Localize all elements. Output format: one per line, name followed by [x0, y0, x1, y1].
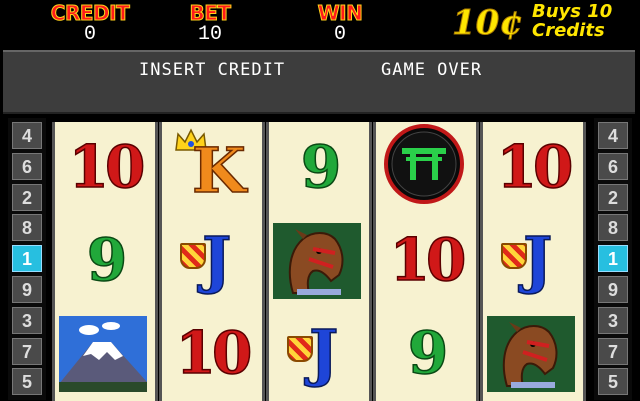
payline-1-indicator: 1: [598, 245, 628, 273]
credit-label: CREDIT: [50, 1, 130, 25]
horse-icon: [273, 223, 361, 299]
win-value: 0: [333, 23, 346, 46]
horse-symbol: [483, 308, 583, 401]
symbol-text: 10: [389, 225, 467, 295]
nine-symbol: 9: [55, 215, 155, 308]
reel-3: 9J: [266, 122, 372, 401]
jack-symbol: J: [269, 308, 369, 401]
reel-4: 10 9: [373, 122, 479, 401]
payline-6-indicator: 6: [12, 152, 42, 180]
win-meter: WIN 0: [300, 2, 380, 46]
reel-2: K J 10: [159, 122, 265, 401]
torii-gate-symbol: [376, 122, 476, 215]
denomination-sign: 10¢ Buys 10 Credits: [450, 0, 640, 46]
payline-9-indicator: 9: [598, 276, 628, 303]
torii-gate-icon: [380, 124, 468, 204]
payline-8-indicator: 8: [598, 214, 628, 242]
symbol-text: 9: [300, 132, 342, 202]
symbol-text: 10: [175, 318, 253, 388]
payline-7-indicator: 7: [598, 337, 628, 365]
jack-symbol: J: [483, 215, 583, 308]
bet-meter: BET 10: [170, 2, 250, 46]
payline-indicators-left: 4 6 2 8 1 9 3 7 5: [8, 118, 46, 400]
ten-symbol: 10: [483, 122, 583, 215]
win-label: WIN: [317, 1, 363, 25]
payline-5-indicator: 5: [598, 368, 628, 396]
payline-3-indicator: 3: [598, 306, 628, 334]
game-over-message: GAME OVER: [381, 60, 483, 80]
ten-symbol: 10: [376, 215, 476, 308]
symbol-text: J: [308, 316, 339, 389]
mount-fuji-symbol: [55, 308, 155, 401]
denomination-value: 10¢: [452, 3, 524, 43]
symbol-text: 9: [407, 318, 449, 388]
horse-icon: [487, 316, 575, 392]
nine-symbol: 9: [269, 122, 369, 215]
payline-7-indicator: 7: [12, 337, 42, 365]
credit-meter: CREDIT 0: [40, 2, 140, 46]
payline-6-indicator: 6: [598, 152, 628, 180]
payline-2-indicator: 2: [12, 183, 42, 211]
payline-8-indicator: 8: [12, 214, 42, 242]
symbol-text: K: [191, 134, 246, 207]
payline-5-indicator: 5: [12, 368, 42, 396]
symbol-text: J: [522, 223, 553, 296]
credit-value: 0: [83, 23, 96, 46]
payline-4-indicator: 4: [12, 122, 42, 149]
payline-1-indicator: 1: [12, 245, 42, 273]
ten-symbol: 10: [162, 308, 262, 401]
symbol-text: 9: [86, 225, 128, 295]
payline-3-indicator: 3: [12, 306, 42, 334]
payline-2-indicator: 2: [598, 183, 628, 211]
horse-symbol: [269, 215, 369, 308]
mount-fuji-icon: [59, 316, 147, 392]
king-symbol: K: [162, 122, 262, 215]
reel-5: 10 J: [480, 122, 586, 401]
jack-symbol: J: [162, 215, 262, 308]
reel-1: 10 9: [52, 122, 158, 401]
payline-indicators-right: 4 6 2 8 1 9 3 7 5: [594, 118, 632, 400]
denomination-line1: Buys 10: [532, 1, 613, 22]
payline-9-indicator: 9: [12, 276, 42, 303]
symbol-text: 10: [496, 132, 574, 202]
bet-label: BET: [189, 1, 232, 25]
symbol-text: 10: [68, 132, 146, 202]
insert-credit-message: INSERT CREDIT: [139, 60, 286, 80]
symbol-text: J: [201, 223, 232, 296]
nine-symbol: 9: [376, 308, 476, 401]
bet-value: 10: [197, 23, 222, 46]
ten-symbol: 10: [55, 122, 155, 215]
payline-4-indicator: 4: [598, 122, 628, 149]
message-bar: INSERT CREDIT GAME OVER: [3, 50, 635, 114]
denomination-line2: Credits: [532, 20, 605, 41]
